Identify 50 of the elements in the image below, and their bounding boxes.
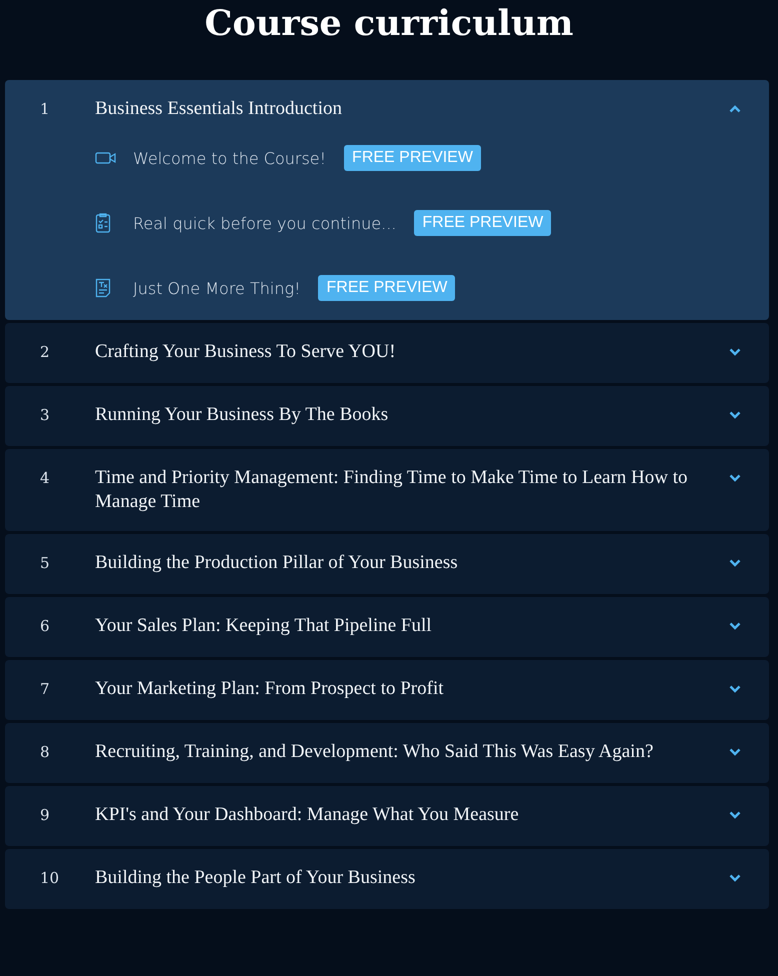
chevron-down-icon[interactable] [729,474,741,482]
section-title: Time and Priority Management: Finding Time to Make Time to Learn How to Manage Time [95,466,689,514]
chevron-down-icon[interactable] [729,748,741,756]
section-title: Your Sales Plan: Keeping That Pipeline Full [95,614,433,638]
free-preview-badge: FREE PREVIEW [344,145,481,171]
section-panel[interactable]: 5 Building the Production Pillar of Your Business [5,534,769,594]
section-number: 1 [39,99,51,120]
page-title: Course curriculum [204,2,574,46]
chevron-down-icon[interactable] [729,685,741,693]
section-number: 9 [39,805,51,826]
chevron-down-icon[interactable] [729,811,741,819]
section-number: 6 [39,616,51,637]
section-number: 4 [39,468,51,489]
section-number: 5 [39,553,51,574]
chevron-down-icon[interactable] [729,348,741,356]
section-title: Business Essentials Introduction [95,97,343,121]
section-panel[interactable]: 10 Building the People Part of Your Business [5,849,769,909]
free-preview-badge: FREE PREVIEW [318,275,456,301]
section-number: 10 [39,868,60,889]
section-title: Building the Production Pillar of Your Business [95,551,459,575]
section-title: KPI's and Your Dashboard: Manage What You Measure [95,803,520,827]
section-title: Crafting Your Business To Serve YOU! [95,340,397,364]
section-panel[interactable]: 6 Your Sales Plan: Keeping That Pipeline Full [5,597,769,657]
chevron-down-icon[interactable] [729,559,741,567]
section-number: 7 [39,679,51,700]
free-preview-badge: FREE PREVIEW [414,210,552,236]
lesson-title[interactable]: Real quick before you continue... [133,214,396,232]
section-panel[interactable]: 4 Time and Priority Management: Finding Time to Make Time to Learn How to Manage Time [5,449,769,531]
section-panel[interactable]: 3 Running Your Business By The Books [5,386,769,446]
section-panel[interactable]: 1 Business Essentials Introduction Welcome to the Course! FREE PREVIEW Real quick before you continue... FREE PREVIEW Just One More Thing! FREE PREVIEW [5,80,769,320]
video-camera-icon [95,151,117,165]
section-number: 2 [39,342,51,363]
section-title: Building the People Part of Your Business [95,866,416,890]
section-title: Running Your Business By The Books [95,403,390,427]
document-icon [95,278,111,298]
section-panel[interactable]: 9 KPI's and Your Dashboard: Manage What You Measure [5,786,769,846]
lesson-title[interactable]: Welcome to the Course! [133,148,326,168]
section-panel[interactable]: 2 Crafting Your Business To Serve YOU! [5,323,769,383]
section-title: Your Marketing Plan: From Prospect to Profit [95,677,445,701]
lesson-title[interactable]: Just One More Thing! [133,278,300,298]
chevron-down-icon[interactable] [729,411,741,419]
section-panel[interactable]: 7 Your Marketing Plan: From Prospect to Profit [5,660,769,720]
section-panel[interactable]: 8 Recruiting, Training, and Development: Who Said This Was Easy Again? [5,723,769,783]
chevron-down-icon[interactable] [729,622,741,630]
section-number: 8 [39,742,51,763]
section-title: Recruiting, Training, and Development: Who Said This Was Easy Again? [95,740,654,764]
chevron-down-icon[interactable] [729,874,741,882]
section-number: 3 [39,405,51,426]
checklist-icon [95,213,111,233]
chevron-up-icon[interactable] [729,105,741,113]
